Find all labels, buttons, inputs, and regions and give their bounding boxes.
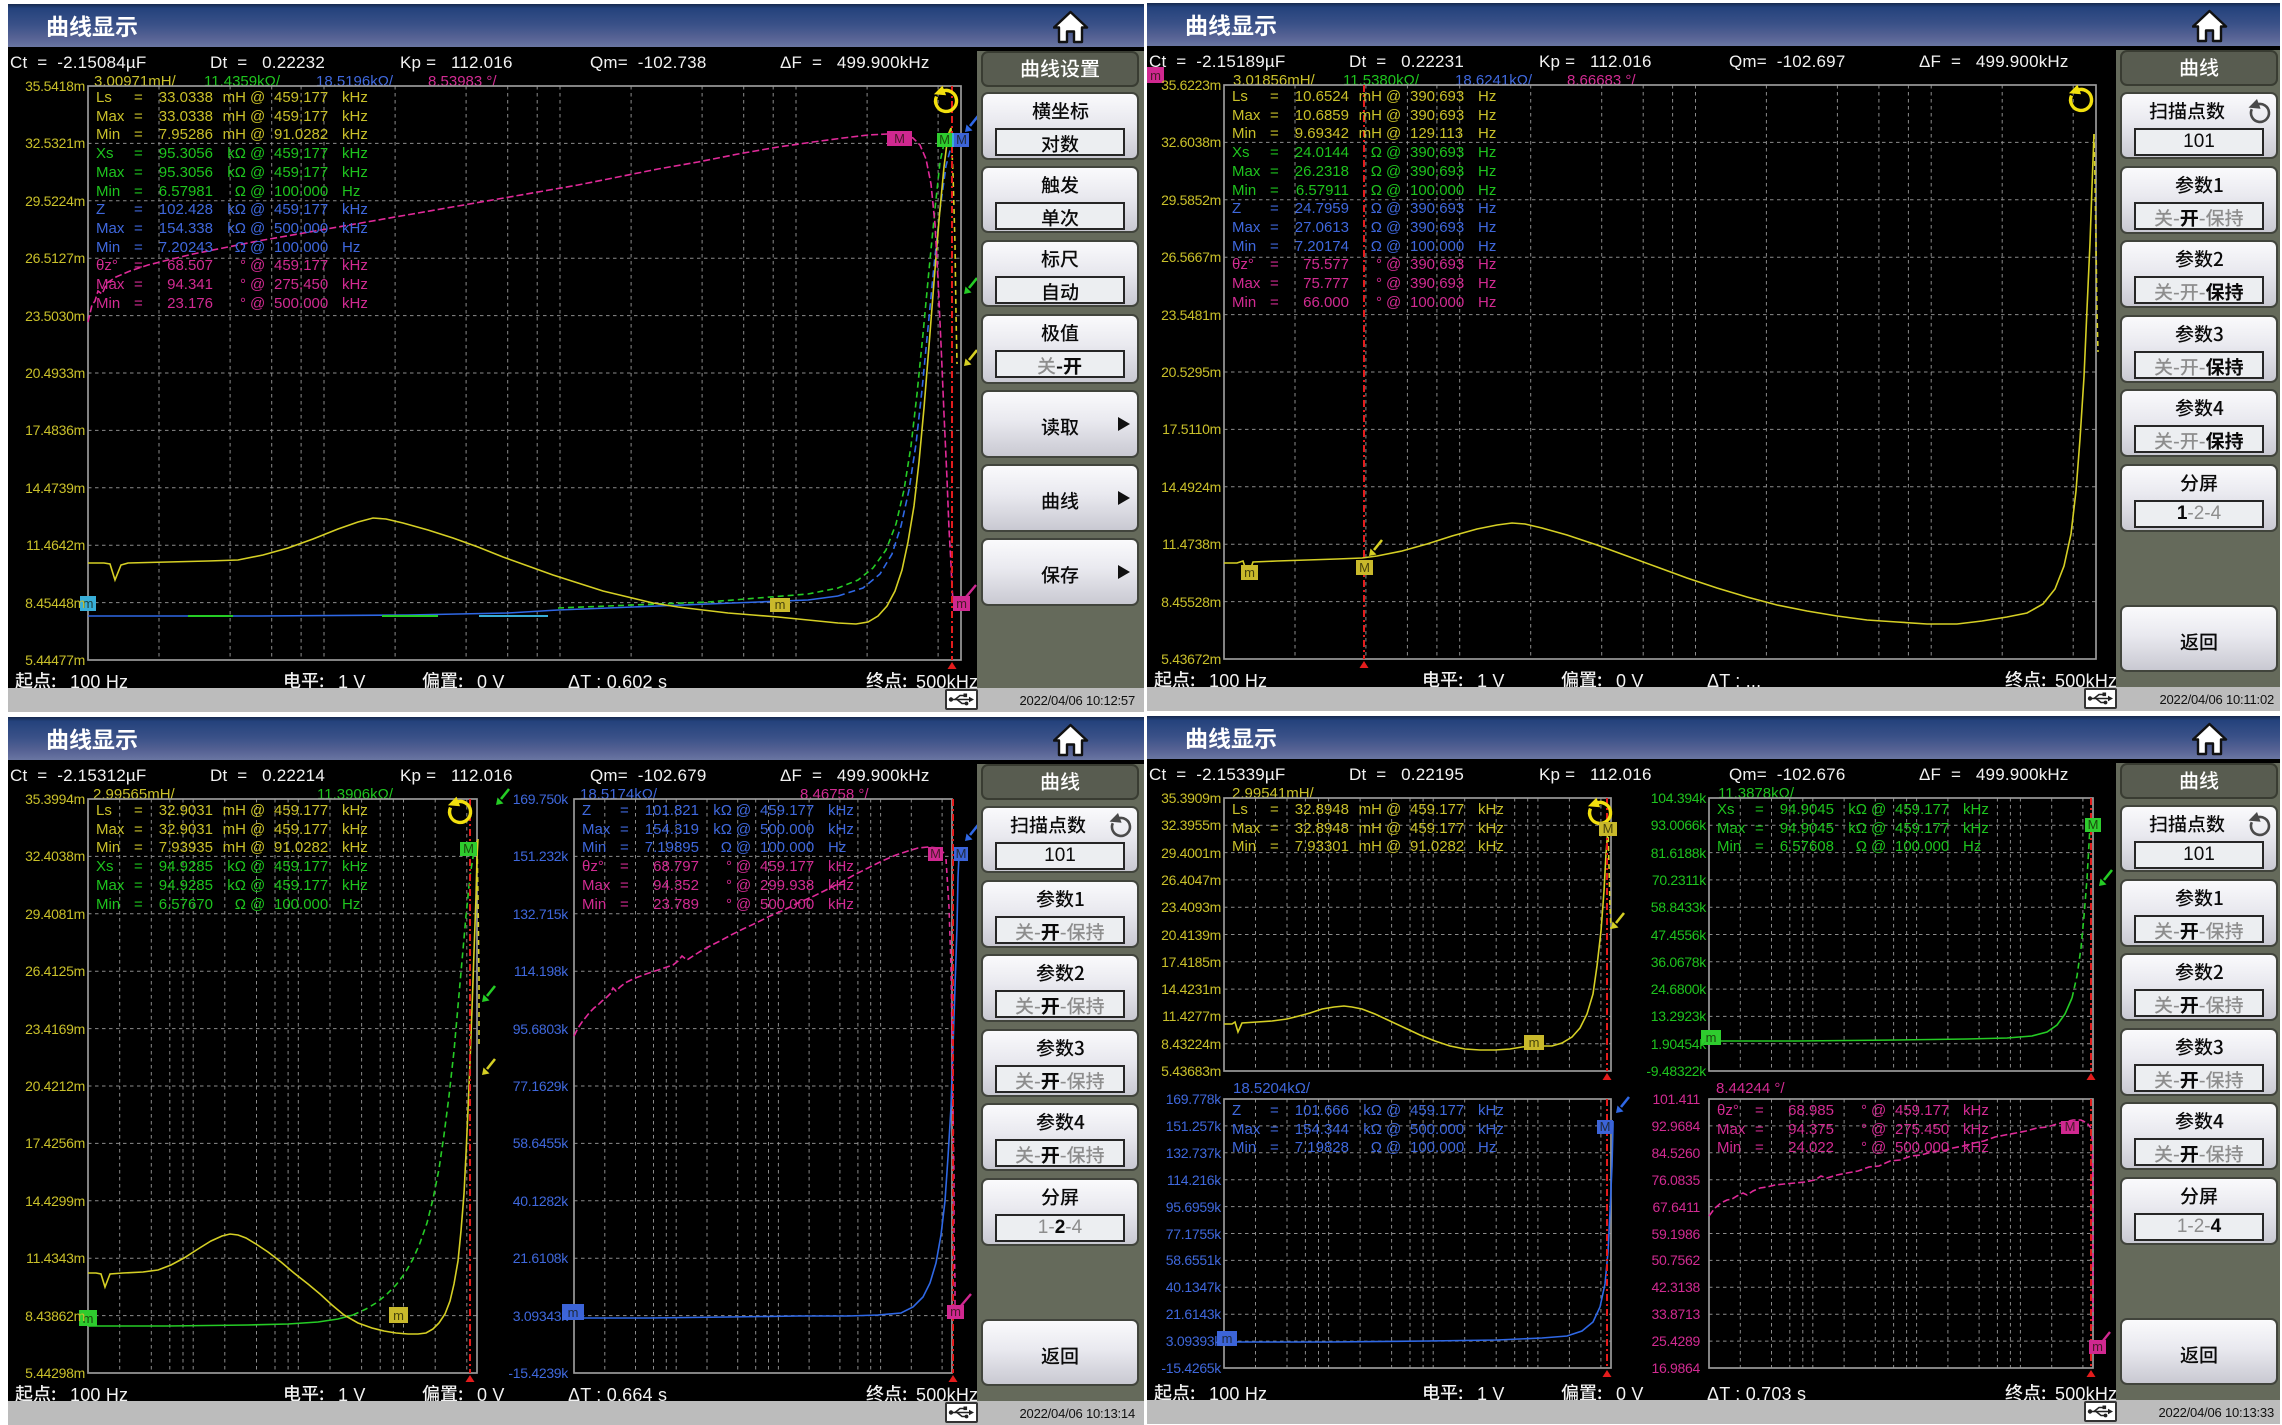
svg-text:M: M <box>939 132 950 147</box>
svg-text:m: m <box>775 597 786 612</box>
svg-text:m: m <box>568 1305 579 1320</box>
svg-text:m: m <box>1222 1331 1233 1346</box>
svg-text:m: m <box>1706 1030 1717 1045</box>
svg-text:M: M <box>1603 821 1614 836</box>
svg-text:m: m <box>1529 1035 1540 1050</box>
svg-text:M: M <box>2065 1119 2076 1134</box>
svg-text:M: M <box>1600 1119 1611 1134</box>
svg-text:M: M <box>1359 560 1370 575</box>
svg-text:m: m <box>1244 565 1255 580</box>
svg-text:m: m <box>393 1308 404 1323</box>
svg-text:M: M <box>956 132 967 147</box>
svg-text:M: M <box>956 846 967 861</box>
svg-text:M: M <box>894 131 905 146</box>
svg-text:M: M <box>930 846 941 861</box>
svg-text:M: M <box>2088 817 2099 832</box>
svg-text:m: m <box>956 596 967 611</box>
svg-text:M: M <box>463 841 474 856</box>
